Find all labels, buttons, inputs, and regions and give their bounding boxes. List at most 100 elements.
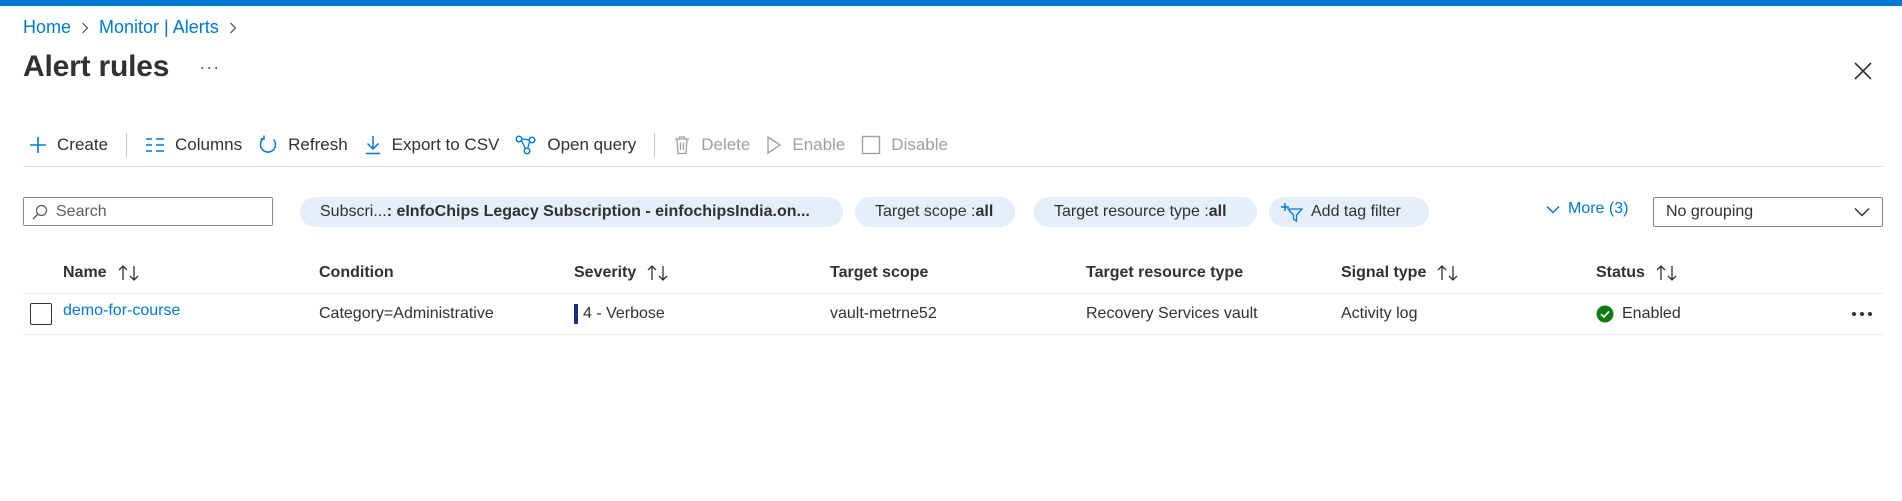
target-resource-type-filter-pill[interactable]: Target resource type : all — [1034, 197, 1257, 227]
create-button[interactable]: Create — [23, 128, 116, 162]
signal-type-value: Activity log — [1341, 305, 1418, 322]
play-icon — [767, 135, 782, 155]
breadcrumb: Home Monitor | Alerts — [23, 17, 247, 38]
status-value: Enabled — [1622, 305, 1681, 322]
export-csv-label: Export to CSV — [391, 135, 500, 154]
delete-label: Delete — [701, 135, 751, 154]
filter-bar: Subscri... : eInfoChips Legacy Subscript… — [23, 197, 1883, 227]
check-circle-icon — [1596, 305, 1614, 323]
target-resource-type-value: Recovery Services vault — [1086, 305, 1258, 322]
search-box[interactable] — [23, 197, 273, 226]
subscription-filter-value: : eInfoChips Legacy Subscription - einfo… — [386, 203, 810, 220]
sort-icon[interactable] — [1436, 265, 1460, 281]
close-button[interactable] — [1852, 60, 1874, 82]
target-scope-filter-value: all — [975, 203, 994, 220]
search-icon — [32, 204, 48, 219]
column-header-target-scope-label: Target scope — [830, 264, 929, 281]
query-icon — [515, 135, 536, 155]
breadcrumb-home[interactable]: Home — [23, 17, 71, 38]
open-query-button[interactable]: Open query — [507, 128, 644, 162]
column-header-name[interactable]: Name — [63, 253, 141, 293]
target-resource-type-cell: Recovery Services vault — [1086, 294, 1258, 334]
more-actions-button[interactable]: ··· — [199, 57, 220, 78]
column-header-name-label: Name — [63, 264, 107, 281]
grid-header-row: Name Condition Severity Target scope Tar… — [23, 253, 1883, 293]
more-filters-button[interactable]: More (3) — [1546, 200, 1628, 218]
target-resource-type-filter-value: all — [1208, 203, 1227, 220]
column-header-severity-label: Severity — [574, 264, 637, 281]
column-header-severity[interactable]: Severity — [574, 253, 670, 293]
sort-icon[interactable] — [646, 265, 670, 281]
open-query-label: Open query — [547, 135, 637, 154]
signal-type-cell: Activity log — [1341, 294, 1417, 334]
target-scope-filter-label: Target scope : — [875, 203, 976, 220]
subscription-filter-pill[interactable]: Subscri... : eInfoChips Legacy Subscript… — [300, 197, 843, 227]
plus-icon — [30, 137, 46, 153]
stop-icon — [862, 135, 881, 155]
add-filter-icon — [1281, 203, 1303, 222]
column-header-condition-label: Condition — [319, 264, 394, 281]
toolbar-divider-line — [23, 166, 1883, 167]
add-tag-filter-label: Add tag filter — [1311, 203, 1401, 220]
columns-label: Columns — [175, 135, 243, 154]
column-header-target-scope[interactable]: Target scope — [830, 253, 928, 293]
trash-icon — [675, 136, 690, 155]
grouping-dropdown[interactable]: No grouping — [1653, 197, 1883, 227]
row-checkbox[interactable] — [30, 303, 52, 325]
severity-value: 4 - Verbose — [583, 305, 665, 322]
chevron-down-icon — [1546, 205, 1560, 214]
export-csv-button[interactable]: Export to CSV — [356, 128, 508, 162]
alert-rule-name-link[interactable]: demo-for-course — [63, 302, 180, 320]
subscription-filter-label: Subscri... — [320, 203, 387, 220]
columns-button[interactable]: Columns — [137, 128, 250, 162]
chevron-down-icon — [1854, 208, 1870, 217]
top-accent-bar — [0, 0, 1902, 6]
disable-button[interactable]: Disable — [853, 128, 956, 162]
ellipsis-icon — [1852, 312, 1872, 316]
delete-button[interactable]: Delete — [665, 128, 758, 162]
row-more-actions-button[interactable] — [1851, 294, 1873, 334]
column-header-target-resource-type[interactable]: Target resource type — [1086, 253, 1243, 293]
command-bar: Create Columns Refresh Export to CSV Ope… — [23, 128, 956, 162]
chevron-right-icon — [229, 22, 237, 34]
column-header-signal-type-label: Signal type — [1341, 264, 1427, 281]
close-icon — [1854, 62, 1872, 80]
column-header-status-label: Status — [1596, 264, 1645, 281]
column-header-status[interactable]: Status — [1596, 253, 1679, 293]
column-header-target-resource-type-label: Target resource type — [1086, 264, 1244, 281]
condition-cell: Category=Administrative — [319, 294, 494, 334]
enable-label: Enable — [792, 135, 846, 154]
status-cell: Enabled — [1596, 294, 1681, 334]
search-input[interactable] — [56, 202, 256, 221]
column-header-signal-type[interactable]: Signal type — [1341, 253, 1460, 293]
severity-indicator — [574, 304, 578, 324]
name-cell: demo-for-course — [63, 291, 180, 331]
condition-value: Category=Administrative — [319, 305, 494, 322]
alert-rules-grid: Name Condition Severity Target scope Tar… — [23, 253, 1883, 335]
download-icon — [365, 136, 380, 155]
refresh-label: Refresh — [288, 135, 348, 154]
columns-icon — [146, 138, 165, 152]
create-label: Create — [57, 135, 109, 154]
target-resource-type-filter-label: Target resource type : — [1054, 203, 1209, 220]
table-row[interactable]: demo-for-course Category=Administrative … — [23, 293, 1883, 335]
title-row: Alert rules ··· — [23, 50, 220, 84]
target-scope-value: vault-metrne52 — [830, 305, 937, 322]
toolbar-divider — [126, 133, 128, 157]
page-title: Alert rules — [23, 50, 170, 83]
add-tag-filter-button[interactable]: Add tag filter — [1269, 197, 1429, 227]
target-scope-filter-pill[interactable]: Target scope : all — [855, 197, 1015, 227]
target-scope-cell: vault-metrne52 — [830, 294, 937, 334]
chevron-right-icon — [81, 22, 89, 34]
breadcrumb-monitor-alerts[interactable]: Monitor | Alerts — [99, 17, 219, 38]
severity-cell: 4 - Verbose — [574, 294, 665, 334]
refresh-icon — [259, 135, 277, 153]
enable-button[interactable]: Enable — [758, 128, 853, 162]
column-header-condition[interactable]: Condition — [319, 253, 394, 293]
sort-icon[interactable] — [117, 265, 141, 281]
more-filters-label: More (3) — [1568, 200, 1629, 217]
refresh-button[interactable]: Refresh — [250, 128, 356, 162]
disable-label: Disable — [891, 135, 948, 154]
sort-icon[interactable] — [1655, 265, 1679, 281]
toolbar-divider — [654, 133, 656, 157]
